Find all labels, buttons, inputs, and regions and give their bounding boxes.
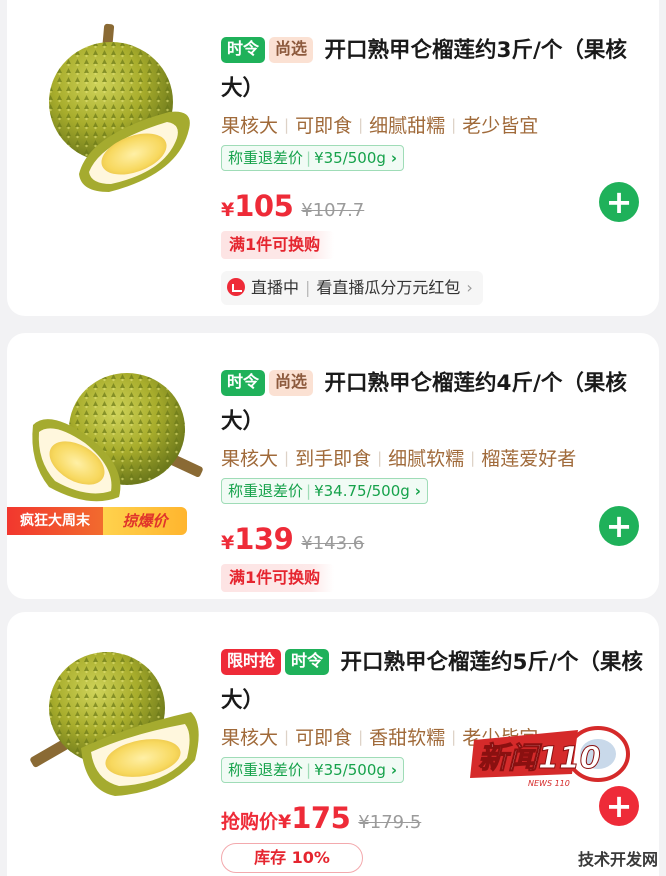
live-banner[interactable]: 直播中 | 看直播瓜分万元红包 ›: [221, 271, 483, 305]
divider: |: [306, 761, 312, 779]
flash-price-label: 抢购价: [221, 811, 279, 833]
feature-item: 榴莲爱好者: [481, 448, 577, 470]
divider: |: [284, 116, 290, 134]
weight-refund-badge[interactable]: 称重退差价 | ¥35/500g ›: [221, 145, 405, 171]
product-card[interactable]: 时令 尚选 开口熟甲仑榴莲约3斤/个（果核大） 果核大 | 可即食 | 细腻甜糯 | 老少皆宜…: [7, 0, 659, 316]
hot-price-badge: 掠爆价: [103, 507, 187, 535]
currency-symbol: ¥: [221, 199, 235, 221]
feature-item: 果核大: [221, 115, 279, 137]
divider: |: [377, 449, 383, 467]
svg-text:新闻110: 新闻110: [478, 741, 601, 776]
durian-image[interactable]: [19, 347, 204, 532]
feature-item: 老少皆宜: [462, 115, 539, 137]
add-to-cart-button[interactable]: +: [599, 182, 639, 222]
chevron-right-icon: ›: [466, 278, 473, 297]
refund-price: ¥35/500g: [314, 761, 386, 779]
plus-icon: +: [605, 507, 633, 545]
durian-image[interactable]: [19, 630, 204, 815]
product-title[interactable]: 限时抢 时令 开口熟甲仑榴莲约5斤/个（果核大）: [221, 644, 645, 720]
original-price: ¥179.5: [358, 812, 422, 833]
feature-item: 果核大: [221, 448, 279, 470]
feature-item: 果核大: [221, 727, 279, 749]
plus-icon: +: [605, 787, 633, 825]
price-row: ¥139 ¥143.6: [221, 522, 645, 560]
feature-list: 果核大 | 到手即食 | 细腻软糯 | 榴莲爱好者: [221, 445, 645, 472]
divider: |: [470, 449, 476, 467]
feature-item: 到手即食: [295, 448, 372, 470]
product-title[interactable]: 时令 尚选 开口熟甲仑榴莲约4斤/个（果核大）: [221, 365, 645, 441]
promo-badge[interactable]: 满1件可换购: [221, 231, 335, 259]
news-watermark-logo: 新闻110 NEWS 110: [470, 726, 630, 788]
product-title[interactable]: 时令 尚选 开口熟甲仑榴莲约3斤/个（果核大）: [221, 32, 645, 108]
divider: |: [358, 116, 364, 134]
chevron-right-icon: ›: [390, 149, 398, 167]
live-row: 直播中 | 看直播瓜分万元红包 ›: [221, 259, 645, 305]
promo-badge[interactable]: 满1件可换购: [221, 564, 335, 592]
weight-refund-badge[interactable]: 称重退差价 | ¥34.75/500g ›: [221, 478, 428, 504]
divider: |: [451, 728, 457, 746]
refund-label: 称重退差价: [228, 761, 304, 779]
feature-item: 细腻甜糯: [369, 115, 446, 137]
refund-label: 称重退差价: [228, 482, 304, 500]
durian-image[interactable]: [19, 14, 204, 199]
tag-seasonal: 时令: [285, 649, 330, 675]
live-text: 看直播瓜分万元红包: [316, 278, 461, 297]
svg-text:NEWS 110: NEWS 110: [528, 779, 570, 788]
refund-label: 称重退差价: [228, 149, 304, 167]
divider: |: [284, 728, 290, 746]
price-row: 抢购价¥175 ¥179.5: [221, 801, 645, 839]
stock-badge: 库存 10%: [221, 843, 363, 873]
refund-price: ¥34.75/500g: [314, 482, 410, 500]
currency-symbol: ¥: [278, 811, 292, 833]
tag-seasonal: 时令: [221, 370, 266, 396]
tag-selected: 尚选: [269, 370, 314, 396]
tag-seasonal: 时令: [221, 37, 266, 63]
feature-item: 细腻软糯: [388, 448, 465, 470]
sale-price: 105: [234, 189, 294, 223]
product-info: 时令 尚选 开口熟甲仑榴莲约4斤/个（果核大） 果核大 | 到手即食 | 细腻软糯 | 榴莲爱…: [221, 365, 645, 592]
weekend-badge: 疯狂大周末: [7, 507, 103, 535]
divider: |: [358, 728, 364, 746]
live-icon: [227, 278, 245, 296]
tag-flash-sale: 限时抢: [221, 649, 282, 675]
divider: |: [306, 482, 312, 500]
divider: |: [305, 278, 311, 297]
divider: |: [306, 149, 312, 167]
refund-price: ¥35/500g: [314, 149, 386, 167]
divider: |: [284, 449, 290, 467]
site-watermark: 技术开发网: [577, 846, 658, 870]
currency-symbol: ¥: [221, 532, 235, 554]
sale-price: 175: [291, 801, 351, 835]
add-to-cart-button[interactable]: +: [599, 506, 639, 546]
add-to-cart-button[interactable]: +: [599, 786, 639, 826]
original-price: ¥107.7: [301, 200, 365, 221]
product-info: 时令 尚选 开口熟甲仑榴莲约3斤/个（果核大） 果核大 | 可即食 | 细腻甜糯 | 老少皆宜…: [221, 32, 645, 305]
feature-item: 香甜软糯: [369, 727, 446, 749]
original-price: ¥143.6: [301, 533, 365, 554]
chevron-right-icon: ›: [414, 482, 421, 500]
tag-selected: 尚选: [269, 37, 314, 63]
product-card[interactable]: 疯狂大周末 掠爆价 时令 尚选 开口熟甲仑榴莲约4斤/个（果核大） 果核大 | 到手即…: [7, 333, 659, 599]
feature-item: 可即食: [295, 727, 353, 749]
chevron-right-icon: ›: [390, 761, 398, 779]
divider: |: [451, 116, 457, 134]
feature-list: 果核大 | 可即食 | 细腻甜糯 | 老少皆宜: [221, 112, 645, 139]
live-status: 直播中: [251, 278, 300, 297]
sale-price: 139: [234, 522, 294, 556]
plus-icon: +: [605, 183, 633, 221]
weight-refund-badge[interactable]: 称重退差价 | ¥35/500g ›: [221, 757, 405, 783]
price-row: ¥105 ¥107.7: [221, 189, 645, 227]
feature-item: 可即食: [295, 115, 353, 137]
